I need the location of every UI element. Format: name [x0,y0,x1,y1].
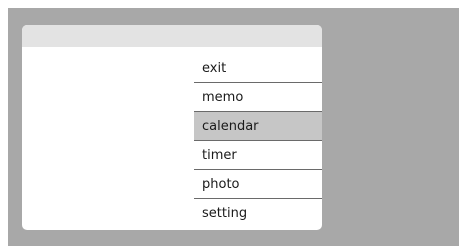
panel-header-bar [22,25,322,47]
menu-panel: exit memo calendar timer photo setting [22,25,322,230]
device-screen: exit memo calendar timer photo setting [8,8,459,246]
menu-item-label: setting [202,206,248,221]
menu-item-photo[interactable]: photo [194,170,322,199]
menu-item-memo[interactable]: memo [194,83,322,112]
menu-item-timer[interactable]: timer [194,141,322,170]
menu-list: exit memo calendar timer photo setting [194,54,322,228]
menu-item-exit[interactable]: exit [194,54,322,83]
menu-item-calendar[interactable]: calendar [194,112,322,141]
menu-item-label: exit [202,60,227,76]
menu-item-setting[interactable]: setting [194,199,322,228]
menu-item-label: calendar [202,118,259,134]
menu-item-label: photo [202,176,240,192]
menu-item-label: memo [202,89,244,105]
menu-item-label: timer [202,147,237,163]
